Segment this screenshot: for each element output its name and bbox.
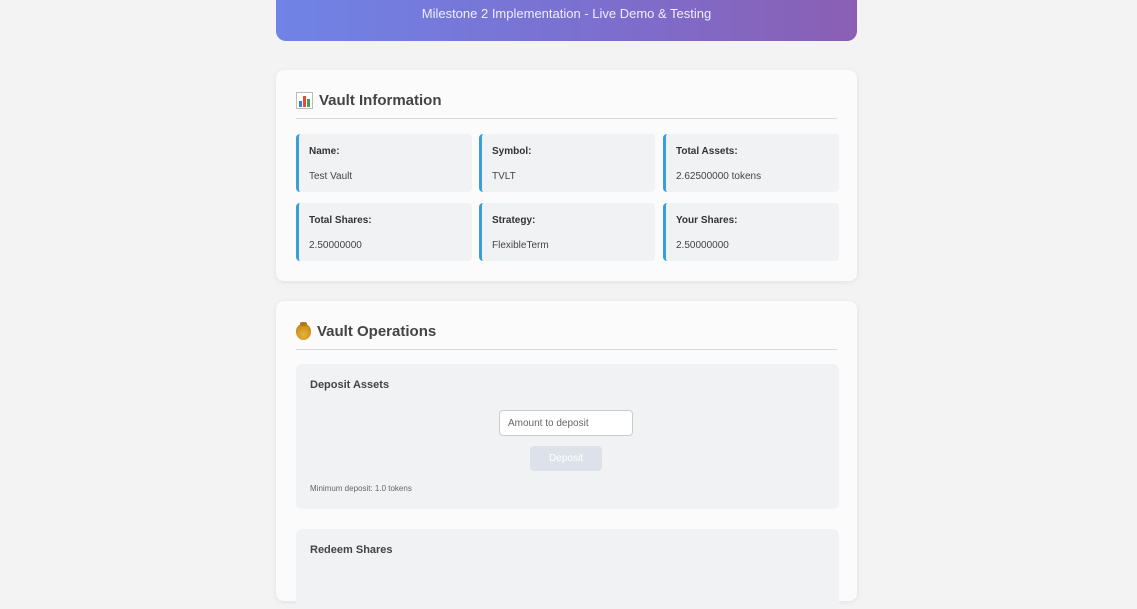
- deposit-amount-input[interactable]: [499, 410, 633, 436]
- page-header: Milestone 2 Implementation - Live Demo &…: [276, 0, 857, 41]
- vault-information-title: Vault Information: [319, 92, 442, 109]
- field-label: Total Assets:: [676, 146, 738, 157]
- field-label: Your Shares:: [676, 215, 738, 226]
- vault-information-card: Vault Information Name: Test Vault Symbo…: [276, 70, 857, 281]
- deposit-title: Deposit Assets: [310, 379, 390, 391]
- redeem-title: Redeem Shares: [310, 544, 393, 556]
- deposit-button[interactable]: Deposit: [530, 446, 602, 471]
- minimum-deposit-hint: Minimum deposit: 1.0 tokens: [310, 484, 412, 493]
- redeem-section: Redeem Shares: [296, 529, 839, 609]
- field-name: Name: Test Vault: [296, 134, 472, 192]
- field-label: Name:: [309, 146, 340, 157]
- vault-operations-heading: Vault Operations: [296, 322, 837, 350]
- field-value: 2.50000000: [309, 240, 362, 251]
- field-value: FlexibleTerm: [492, 240, 549, 251]
- field-value: TVLT: [492, 171, 516, 182]
- field-symbol: Symbol: TVLT: [479, 134, 655, 192]
- field-label: Symbol:: [492, 146, 532, 157]
- header-subtitle: Milestone 2 Implementation - Live Demo &…: [421, 6, 712, 21]
- field-value: 2.50000000: [676, 240, 729, 251]
- field-label: Total Shares:: [309, 215, 372, 226]
- field-label: Strategy:: [492, 215, 536, 226]
- field-value: Test Vault: [309, 171, 353, 182]
- deposit-section: Deposit Assets Deposit Minimum deposit: …: [296, 364, 839, 509]
- field-value: 2.62500000 tokens: [676, 171, 762, 182]
- field-your-shares: Your Shares: 2.50000000: [663, 203, 839, 261]
- field-strategy: Strategy: FlexibleTerm: [479, 203, 655, 261]
- vault-information-heading: Vault Information: [296, 92, 837, 119]
- field-total-assets: Total Assets: 2.62500000 tokens: [663, 134, 839, 192]
- money-bag-icon: [296, 322, 311, 340]
- vault-operations-title: Vault Operations: [317, 323, 437, 340]
- bar-chart-icon: [296, 92, 313, 109]
- field-total-shares: Total Shares: 2.50000000: [296, 203, 472, 261]
- vault-operations-card: Vault Operations Deposit Assets Deposit …: [276, 301, 857, 609]
